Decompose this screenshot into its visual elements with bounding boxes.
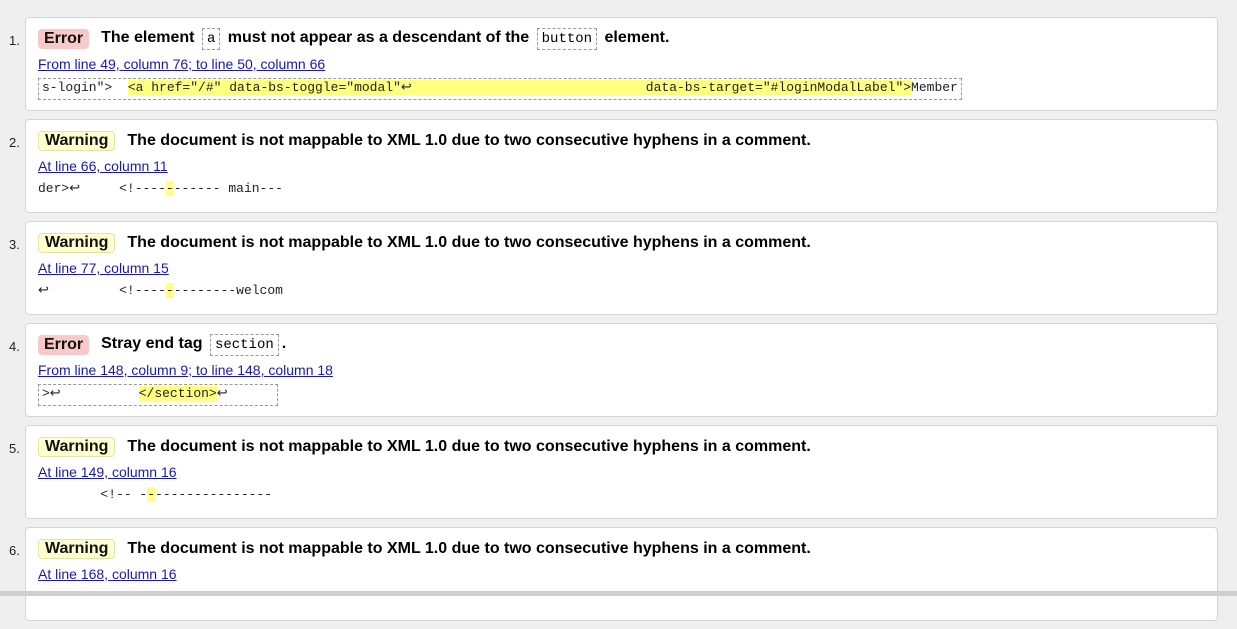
message-title: The element a must not appear as a desce…	[101, 28, 669, 50]
message-index: 2.	[9, 135, 20, 150]
message-header: Warning The document is not mappable to …	[38, 130, 1205, 152]
source-extract: >↩ </section>↩	[38, 384, 279, 406]
message-index: 4.	[9, 339, 20, 354]
location-link[interactable]: At line 168, column 16	[38, 565, 1205, 583]
code-element-name: button	[536, 28, 598, 50]
message-header: Warning The document is not mappable to …	[38, 436, 1205, 458]
source-extract: s-login"> <a href="/#" data-bs-toggle="m…	[38, 78, 962, 100]
message-title: The document is not mappable to XML 1.0 …	[127, 132, 811, 149]
highlighted-code: -	[165, 181, 174, 196]
highlighted-code: -	[147, 487, 156, 502]
message-item: 2. Warning The document is not mappable …	[9, 119, 1218, 213]
warning-badge: Warning	[38, 539, 116, 559]
message-header: Error Stray end tag section.	[38, 334, 1205, 356]
location-link[interactable]: From line 49, column 76; to line 50, col…	[38, 55, 1205, 73]
location-link[interactable]: At line 77, column 15	[38, 259, 1205, 277]
location-link[interactable]: At line 149, column 16	[38, 463, 1205, 481]
location-link[interactable]: From line 148, column 9; to line 148, co…	[38, 361, 1205, 379]
error-badge: Error	[38, 335, 90, 355]
highlighted-code: </section>	[138, 386, 217, 401]
warning-badge: Warning	[38, 437, 116, 457]
message-list: 1. Error The element a must not appear a…	[0, 17, 1237, 629]
message-item: 3. Warning The document is not mappable …	[9, 221, 1218, 315]
message-item: 4. Error Stray end tag section. From lin…	[9, 323, 1218, 417]
highlighted-code: <a href="/#" data-bs-toggle="modal"↩ dat…	[127, 80, 912, 95]
message-index: 3.	[9, 237, 20, 252]
message-item: 6. Warning The document is not mappable …	[9, 527, 1218, 621]
error-badge: Error	[38, 29, 90, 49]
warning-badge: Warning	[38, 233, 116, 253]
warning-badge: Warning	[38, 131, 116, 151]
message-header: Warning The document is not mappable to …	[38, 538, 1205, 560]
source-extract: ↩ <!-------------welcom	[38, 283, 283, 298]
message-header: Error The element a must not appear as a…	[38, 28, 1205, 50]
message-index: 5.	[9, 441, 20, 456]
message-title: The document is not mappable to XML 1.0 …	[127, 540, 811, 557]
message-title: Stray end tag section.	[101, 334, 286, 356]
message-header: Warning The document is not mappable to …	[38, 232, 1205, 254]
code-element-name: a	[201, 28, 221, 50]
location-link[interactable]: At line 66, column 11	[38, 157, 1205, 175]
message-index: 1.	[9, 33, 20, 48]
code-element-name: section	[209, 334, 279, 356]
message-title: The document is not mappable to XML 1.0 …	[127, 234, 811, 251]
source-extract: der>↩ <!----------- main---	[38, 181, 283, 196]
message-item: 1. Error The element a must not appear a…	[9, 17, 1218, 111]
message-index: 6.	[9, 543, 20, 558]
highlighted-code: -	[165, 283, 174, 298]
message-item: 5. Warning The document is not mappable …	[9, 425, 1218, 519]
message-title: The document is not mappable to XML 1.0 …	[127, 438, 811, 455]
horizontal-scrollbar[interactable]	[0, 591, 1237, 596]
source-extract: <!-- -----------------	[38, 487, 273, 502]
